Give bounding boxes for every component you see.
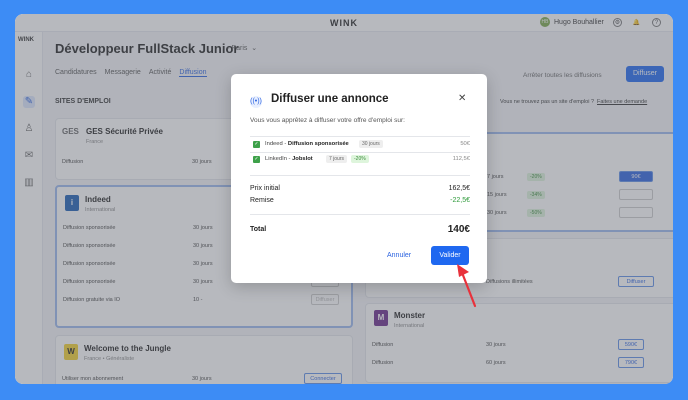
- cancel-button[interactable]: Annuler: [387, 252, 411, 259]
- days-badge: 30 jours: [359, 140, 383, 148]
- modal-subtitle: Vous vous apprêtez à diffuser votre offr…: [250, 117, 405, 124]
- item-price: 50€: [460, 141, 470, 147]
- discount-badge: -20%: [351, 155, 369, 163]
- total-label: Total: [250, 226, 267, 233]
- list-item: ✓ LinkedIn - Jobslot 7 jours -20% 112,5€: [250, 153, 470, 167]
- broadcast-modal: ((•)) Diffuser une annonce ✕ Vous vous a…: [231, 74, 487, 283]
- item-label: Indeed - Diffusion sponsorisée: [265, 141, 349, 147]
- checkbox[interactable]: ✓: [253, 141, 260, 148]
- total-value: 140€: [447, 224, 470, 235]
- item-product: Diffusion sponsorisée: [287, 141, 349, 147]
- total-row: Total 140€: [250, 224, 470, 235]
- item-label: LinkedIn - Jobslot: [265, 156, 313, 162]
- item-site: Indeed: [265, 141, 283, 147]
- item-product: Jobslot: [292, 156, 313, 162]
- divider: [250, 214, 470, 215]
- checkbox[interactable]: ✓: [253, 156, 260, 163]
- close-icon[interactable]: ✕: [458, 93, 466, 104]
- discount-row: Remise -22,5€: [250, 197, 470, 204]
- modal-title: Diffuser une annonce: [271, 93, 389, 105]
- item-price: 112,5€: [452, 156, 470, 162]
- divider: [250, 136, 470, 137]
- discount-value: -22,5€: [450, 197, 470, 204]
- initial-price-label: Prix initial: [250, 185, 280, 192]
- days-badge: 7 jours: [326, 155, 348, 163]
- confirm-button[interactable]: Valider: [431, 246, 469, 265]
- initial-price-value: 162,5€: [448, 185, 470, 192]
- app-window: WINK HB Hugo Bouhallier ⚙ 🔔 ? WINK ⌂ ✎ ♙…: [15, 14, 673, 384]
- list-item: ✓ Indeed - Diffusion sponsorisée 30 jour…: [250, 138, 470, 152]
- divider: [250, 175, 470, 176]
- item-site: LinkedIn: [265, 156, 287, 162]
- initial-price-row: Prix initial 162,5€: [250, 185, 470, 192]
- discount-label: Remise: [250, 197, 274, 204]
- annotation-arrow: [457, 264, 477, 308]
- broadcast-icon: ((•)): [250, 96, 262, 108]
